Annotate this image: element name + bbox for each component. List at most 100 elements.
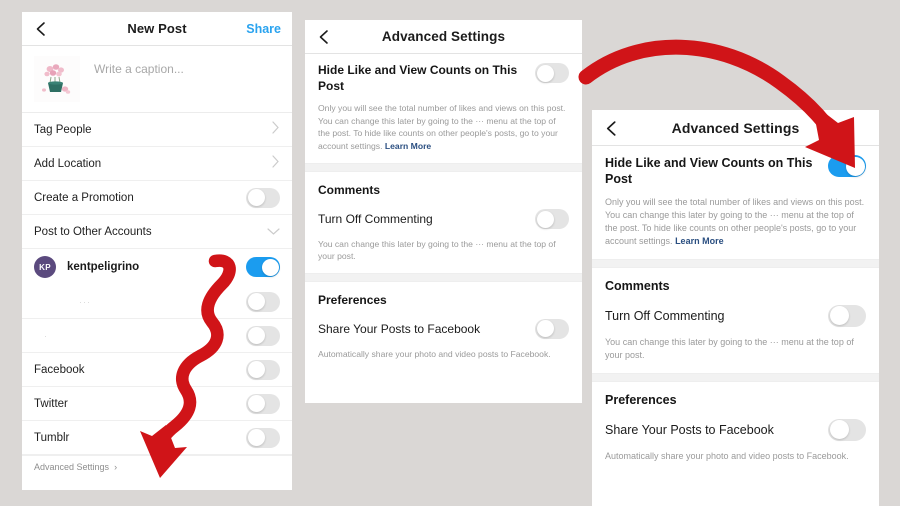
row-twitter[interactable]: Twitter: [22, 387, 292, 421]
row-add-location[interactable]: Add Location: [22, 147, 292, 181]
placeholder-toggle[interactable]: [246, 325, 280, 346]
advanced-settings-link[interactable]: Advanced Settings ›: [22, 455, 292, 477]
section-divider: [592, 372, 879, 382]
share-button[interactable]: Share: [246, 22, 281, 36]
toggle-knob: [247, 395, 265, 412]
chevron-down-icon: [267, 223, 280, 241]
chevron-right-icon: ›: [114, 461, 118, 472]
hide-likes-title: Hide Like and View Counts on This Post: [318, 63, 518, 93]
advanced-settings-screen-after: Advanced Settings Hide Like and View Cou…: [592, 110, 879, 506]
panel2-navbar: Advanced Settings: [305, 20, 582, 54]
comments-block: Comments Turn Off Commenting You can cha…: [592, 268, 879, 373]
toggle-knob: [845, 156, 865, 176]
turn-off-commenting-toggle[interactable]: [535, 209, 569, 229]
toggle-knob: [247, 293, 265, 310]
turn-off-commenting-toggle[interactable]: [828, 304, 866, 327]
chevron-right-icon: [271, 154, 280, 173]
row-label: Facebook: [34, 363, 85, 376]
hide-likes-title: Hide Like and View Counts on This Post: [605, 156, 813, 187]
preferences-block: Preferences Share Your Posts to Facebook…: [305, 282, 582, 370]
description-text: Only you will see the total number of li…: [318, 103, 566, 151]
row-label: Turn Off Commenting: [605, 308, 725, 323]
row-tumblr[interactable]: Tumblr: [22, 421, 292, 455]
section-divider: [305, 272, 582, 282]
row-facebook[interactable]: Facebook: [22, 353, 292, 387]
section-divider: [592, 258, 879, 268]
advanced-settings-screen-before: Advanced Settings Hide Like and View Cou…: [305, 20, 582, 403]
toggle-knob: [536, 210, 554, 228]
account-row-placeholder[interactable]: ·: [22, 319, 292, 353]
row-post-to-other-accounts[interactable]: Post to Other Accounts: [22, 215, 292, 249]
back-chevron-icon[interactable]: [603, 120, 619, 136]
row-label: Tag People: [34, 123, 92, 136]
chevron-right-icon: [271, 120, 280, 139]
row-label: Turn Off Commenting: [318, 212, 433, 226]
twitter-toggle[interactable]: [246, 393, 280, 414]
toggle-knob: [261, 258, 279, 276]
preferences-block: Preferences Share Your Posts to Facebook…: [592, 382, 879, 474]
hide-likes-toggle[interactable]: [828, 155, 866, 177]
share-to-facebook-toggle[interactable]: [535, 318, 569, 339]
placeholder-toggle[interactable]: [246, 291, 280, 312]
comments-description: You can change this later by going to th…: [318, 239, 556, 262]
row-tag-people[interactable]: Tag People: [22, 113, 292, 147]
description-text: Only you will see the total number of li…: [605, 196, 865, 246]
panel1-navbar: New Post Share: [22, 12, 292, 46]
tumblr-toggle[interactable]: [246, 427, 280, 448]
row-label: Post to Other Accounts: [34, 225, 152, 238]
comments-section-title: Comments: [605, 278, 670, 293]
caption-placeholder[interactable]: Write a caption...: [94, 62, 184, 76]
row-create-promotion[interactable]: Create a Promotion: [22, 181, 292, 215]
share-to-facebook-row[interactable]: Share Your Posts to Facebook: [592, 407, 879, 441]
toggle-knob: [536, 64, 554, 82]
new-post-screen: New Post Share Write a caption... Tag Pe…: [22, 12, 292, 490]
hide-likes-block: Hide Like and View Counts on This Post O…: [305, 54, 582, 163]
create-promotion-toggle[interactable]: [246, 187, 280, 208]
preferences-description: Automatically share your photo and video…: [318, 348, 551, 359]
avatar: KP: [34, 256, 56, 278]
comments-section-title: Comments: [318, 183, 381, 197]
back-chevron-icon[interactable]: [316, 29, 332, 45]
turn-off-commenting-row[interactable]: Turn Off Commenting: [592, 293, 879, 327]
toggle-knob: [829, 306, 849, 326]
share-to-facebook-row[interactable]: Share Your Posts to Facebook: [305, 307, 582, 339]
row-label: Create a Promotion: [34, 191, 134, 204]
preferences-section-title: Preferences: [605, 392, 677, 407]
advanced-settings-label: Advanced Settings: [34, 461, 110, 472]
post-thumbnail[interactable]: [34, 56, 80, 102]
screenshot-stage: New Post Share Write a caption... Tag Pe…: [0, 0, 900, 506]
toggle-knob: [247, 189, 265, 206]
account-username: kentpeligrino: [67, 261, 140, 273]
panel3-navbar: Advanced Settings: [592, 110, 879, 146]
preferences-description: Automatically share your photo and video…: [605, 450, 849, 461]
toggle-knob: [247, 361, 265, 378]
hide-likes-description: Only you will see the total number of li…: [318, 102, 569, 161]
placeholder-dots: ···: [79, 296, 91, 307]
comments-block: Comments Turn Off Commenting You can cha…: [305, 172, 582, 273]
toggle-knob: [536, 320, 554, 338]
row-label: Add Location: [34, 157, 102, 170]
placeholder-dots: ·: [44, 330, 48, 341]
comments-description: You can change this later by going to th…: [605, 336, 854, 360]
page-title: Advanced Settings: [381, 29, 506, 44]
account-row-placeholder[interactable]: ···: [22, 285, 292, 319]
turn-off-commenting-row[interactable]: Turn Off Commenting: [305, 197, 582, 229]
section-divider: [305, 163, 582, 172]
row-label: Share Your Posts to Facebook: [605, 422, 774, 437]
learn-more-link[interactable]: Learn More: [385, 141, 431, 151]
row-label: Twitter: [34, 397, 68, 410]
preferences-section-title: Preferences: [318, 292, 387, 307]
hide-likes-toggle[interactable]: [535, 63, 569, 83]
caption-row[interactable]: Write a caption...: [22, 46, 292, 113]
back-chevron-icon[interactable]: [33, 21, 49, 37]
toggle-knob: [247, 327, 265, 344]
toggle-knob: [829, 420, 849, 440]
hide-likes-description: Only you will see the total number of li…: [605, 196, 866, 257]
account-toggle[interactable]: [246, 257, 280, 277]
hide-likes-block: Hide Like and View Counts on This Post O…: [592, 146, 879, 259]
page-title: Advanced Settings: [671, 119, 800, 136]
share-to-facebook-toggle[interactable]: [828, 418, 866, 441]
account-row-kentpeligrino[interactable]: KP kentpeligrino: [22, 249, 292, 285]
facebook-toggle[interactable]: [246, 359, 280, 380]
learn-more-link[interactable]: Learn More: [675, 236, 724, 246]
